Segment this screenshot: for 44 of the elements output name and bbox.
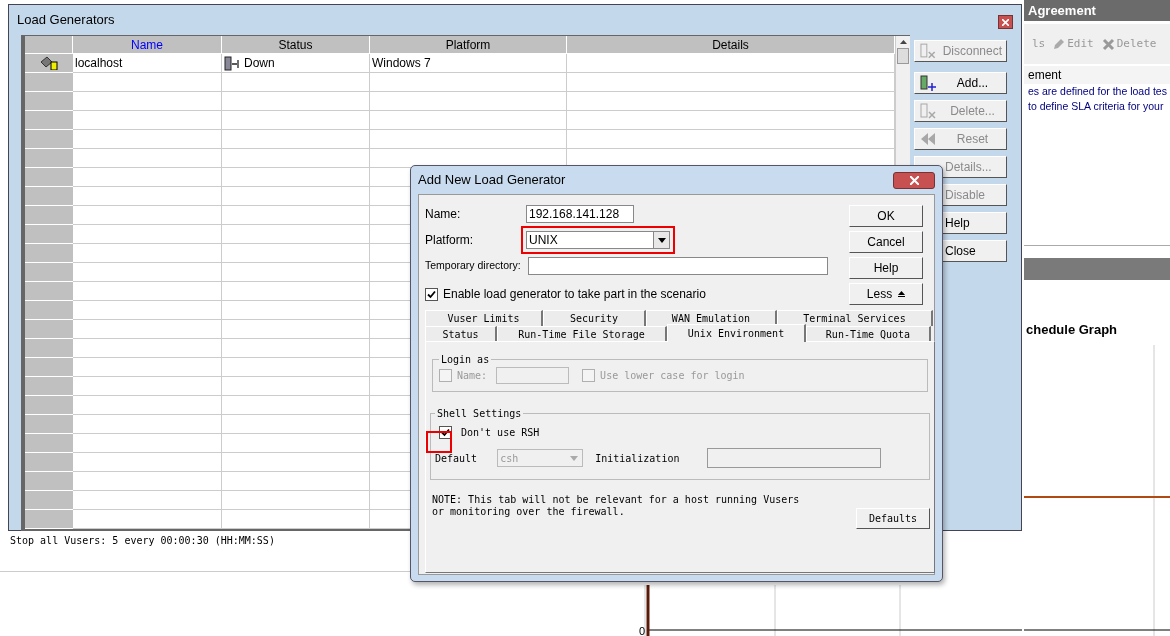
dialog-title: Add New Load Generator bbox=[418, 171, 566, 190]
dialog-button[interactable]: OK bbox=[849, 205, 923, 227]
description-line: es are defined for the load tes bbox=[1027, 84, 1168, 99]
checkbox-label: Name: bbox=[457, 369, 488, 383]
tab[interactable]: Status bbox=[425, 326, 497, 342]
dialog-button[interactable]: Help bbox=[849, 257, 923, 279]
tab[interactable]: Unix Environment bbox=[667, 324, 806, 342]
side-button[interactable]: Add... bbox=[914, 72, 1007, 94]
column-header[interactable]: Details bbox=[567, 36, 895, 54]
column-header[interactable]: Status bbox=[222, 36, 370, 54]
axis-label: 0 bbox=[639, 624, 646, 636]
status-text: Down bbox=[244, 55, 275, 72]
window-title: Load Generators bbox=[17, 11, 115, 30]
checkbox-label: Use lower case for login bbox=[600, 369, 745, 383]
tab[interactable]: Run-Time Quota bbox=[806, 326, 931, 342]
description-line: to define SLA criteria for your bbox=[1027, 99, 1165, 114]
graph-title: chedule Graph bbox=[1026, 321, 1118, 339]
checkbox-label: Don't use RSH bbox=[461, 426, 540, 440]
toolbar-label: ls bbox=[1032, 35, 1046, 52]
field-label: Initialization bbox=[595, 451, 681, 466]
tab[interactable]: WAN Emulation bbox=[646, 310, 777, 326]
name-field[interactable]: 192.168.141.128 bbox=[526, 205, 634, 223]
tab[interactable]: Run-Time File Storage bbox=[497, 326, 667, 342]
group-title: Login as bbox=[440, 353, 491, 367]
field-label: Platform: bbox=[425, 232, 474, 249]
column-header[interactable]: Name bbox=[73, 36, 222, 54]
section-heading: ement bbox=[1024, 66, 1170, 84]
tab[interactable]: Vuser Limits bbox=[425, 310, 543, 326]
tab[interactable]: Terminal Services bbox=[777, 310, 933, 326]
dialog-button[interactable]: Less bbox=[849, 283, 923, 305]
schedule-text: Stop all Vusers: 5 every 00:00:30 (HH:MM:SS) bbox=[10, 534, 275, 548]
checkbox-label: Enable load generator to take part in the scenario bbox=[443, 286, 706, 303]
column-header[interactable]: Platform bbox=[370, 36, 567, 54]
table-cell: Windows 7 bbox=[370, 54, 567, 73]
note-text: NOTE: This tab will not be relevant for a host running Vusers or monitoring over the firewall. bbox=[432, 494, 800, 518]
pane-title: Agreement bbox=[1028, 1, 1096, 20]
field-label: Name: bbox=[425, 206, 462, 223]
field-label: Default bbox=[435, 451, 478, 466]
tab[interactable]: Security bbox=[543, 310, 646, 326]
table-cell: localhost bbox=[73, 54, 222, 73]
group-title: Shell Settings bbox=[436, 407, 523, 421]
defaults-button[interactable]: Defaults bbox=[856, 508, 930, 529]
field-label: Temporary directory: bbox=[425, 258, 522, 274]
dialog-button[interactable]: Cancel bbox=[849, 231, 923, 253]
